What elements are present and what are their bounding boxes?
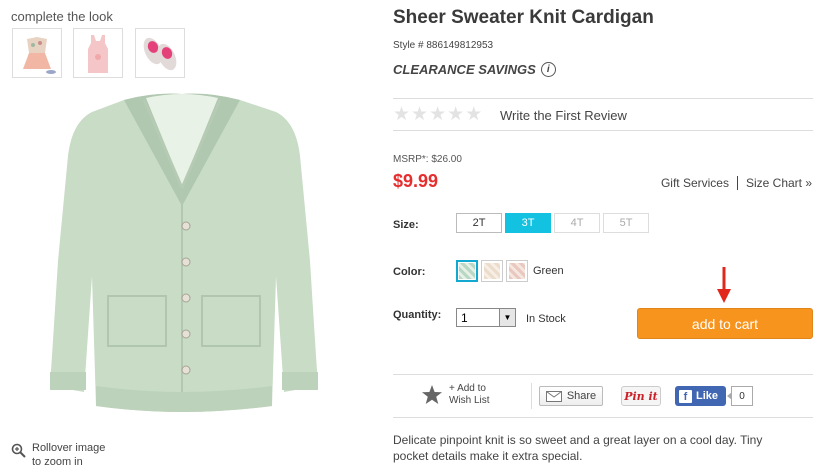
zoom-hint-line2: to zoom in — [32, 456, 83, 468]
wishlist-line1: + Add to — [449, 383, 486, 394]
star-icon: ★ — [429, 104, 447, 125]
mail-icon — [545, 390, 562, 402]
clearance-label: CLEARANCE SAVINGS i — [393, 62, 556, 77]
zoom-hint: Rollover image to zoom in — [11, 441, 105, 469]
swatch-fill — [509, 263, 525, 279]
quantity-value: 1 — [461, 310, 468, 325]
stock-status: In Stock — [526, 313, 566, 325]
size-chart-link[interactable]: Size Chart » — [746, 176, 812, 190]
star-icon: ★ — [411, 104, 429, 125]
divider — [393, 130, 813, 131]
dress-outfit-image — [13, 29, 61, 77]
facebook-like-label: Like — [696, 390, 719, 402]
tank-top-image — [74, 29, 122, 77]
size-option-5t[interactable]: 5T — [603, 213, 649, 233]
shoes-image — [136, 29, 184, 77]
color-swatches — [456, 260, 528, 282]
wishlist-line2: Wish List — [449, 395, 490, 406]
star-icon: ★ — [393, 104, 411, 125]
complete-the-look-title: complete the look — [11, 9, 113, 24]
swatch-fill — [459, 263, 475, 279]
pin-it-button[interactable]: Pin it — [621, 386, 661, 406]
rating-stars: ★ ★ ★ ★ ★ — [393, 104, 483, 125]
star-icon — [422, 385, 442, 404]
color-swatch-green[interactable] — [456, 260, 478, 282]
share-button[interactable]: Share — [539, 386, 603, 406]
social-bar: + Add to Wish List Share Pin it f Like 0 — [393, 374, 813, 418]
facebook-like-button[interactable]: f Like — [675, 386, 726, 406]
product-links: Gift Services Size Chart » — [661, 176, 812, 190]
link-separator — [736, 176, 738, 190]
size-option-4t[interactable]: 4T — [554, 213, 600, 233]
add-to-wishlist[interactable]: + Add to Wish List — [421, 383, 490, 407]
msrp-price: MSRP*: $26.00 — [393, 154, 462, 165]
gift-services-link[interactable]: Gift Services — [661, 176, 729, 190]
thumbnail-pink-shoes[interactable] — [135, 28, 185, 78]
zoom-hint-line1: Rollover image — [32, 442, 106, 454]
facebook-like-count: 0 — [727, 386, 753, 406]
product-title: Sheer Sweater Knit Cardigan — [393, 7, 654, 28]
star-icon: ★ — [447, 104, 465, 125]
divider — [393, 98, 813, 99]
quantity-label: Quantity: — [393, 309, 442, 321]
facebook-icon: f — [679, 389, 692, 403]
clearance-text: CLEARANCE SAVINGS — [393, 62, 536, 77]
add-to-cart-button[interactable]: add to cart — [637, 308, 813, 339]
write-review-link[interactable]: Write the First Review — [500, 108, 627, 123]
color-swatch-cream[interactable] — [481, 260, 503, 282]
share-label: Share — [566, 390, 597, 402]
product-description: Delicate pinpoint knit is so sweet and a… — [393, 433, 763, 463]
size-option-3t[interactable]: 3T — [505, 213, 551, 233]
size-option-2t[interactable]: 2T — [456, 213, 502, 233]
product-main-image[interactable] — [14, 86, 356, 426]
sale-price: $9.99 — [393, 171, 439, 191]
style-number: Style # 886149812953 — [393, 40, 494, 51]
quantity-select[interactable]: 1 ▼ — [456, 308, 516, 327]
size-label: Size: — [393, 219, 419, 231]
thumbnail-dress-outfit[interactable] — [12, 28, 62, 78]
selected-color-name: Green — [533, 265, 564, 277]
color-label: Color: — [393, 266, 426, 278]
swatch-fill — [484, 263, 500, 279]
star-icon: ★ — [465, 104, 483, 125]
arrow-down-icon — [717, 267, 731, 303]
color-swatch-pink[interactable] — [506, 260, 528, 282]
thumbnail-pink-tank-top[interactable] — [73, 28, 123, 78]
divider — [531, 383, 532, 409]
magnifier-icon — [11, 443, 26, 458]
size-options: 2T 3T 4T 5T — [456, 213, 649, 233]
info-icon[interactable]: i — [540, 62, 556, 77]
dropdown-arrow-icon[interactable]: ▼ — [499, 309, 515, 326]
